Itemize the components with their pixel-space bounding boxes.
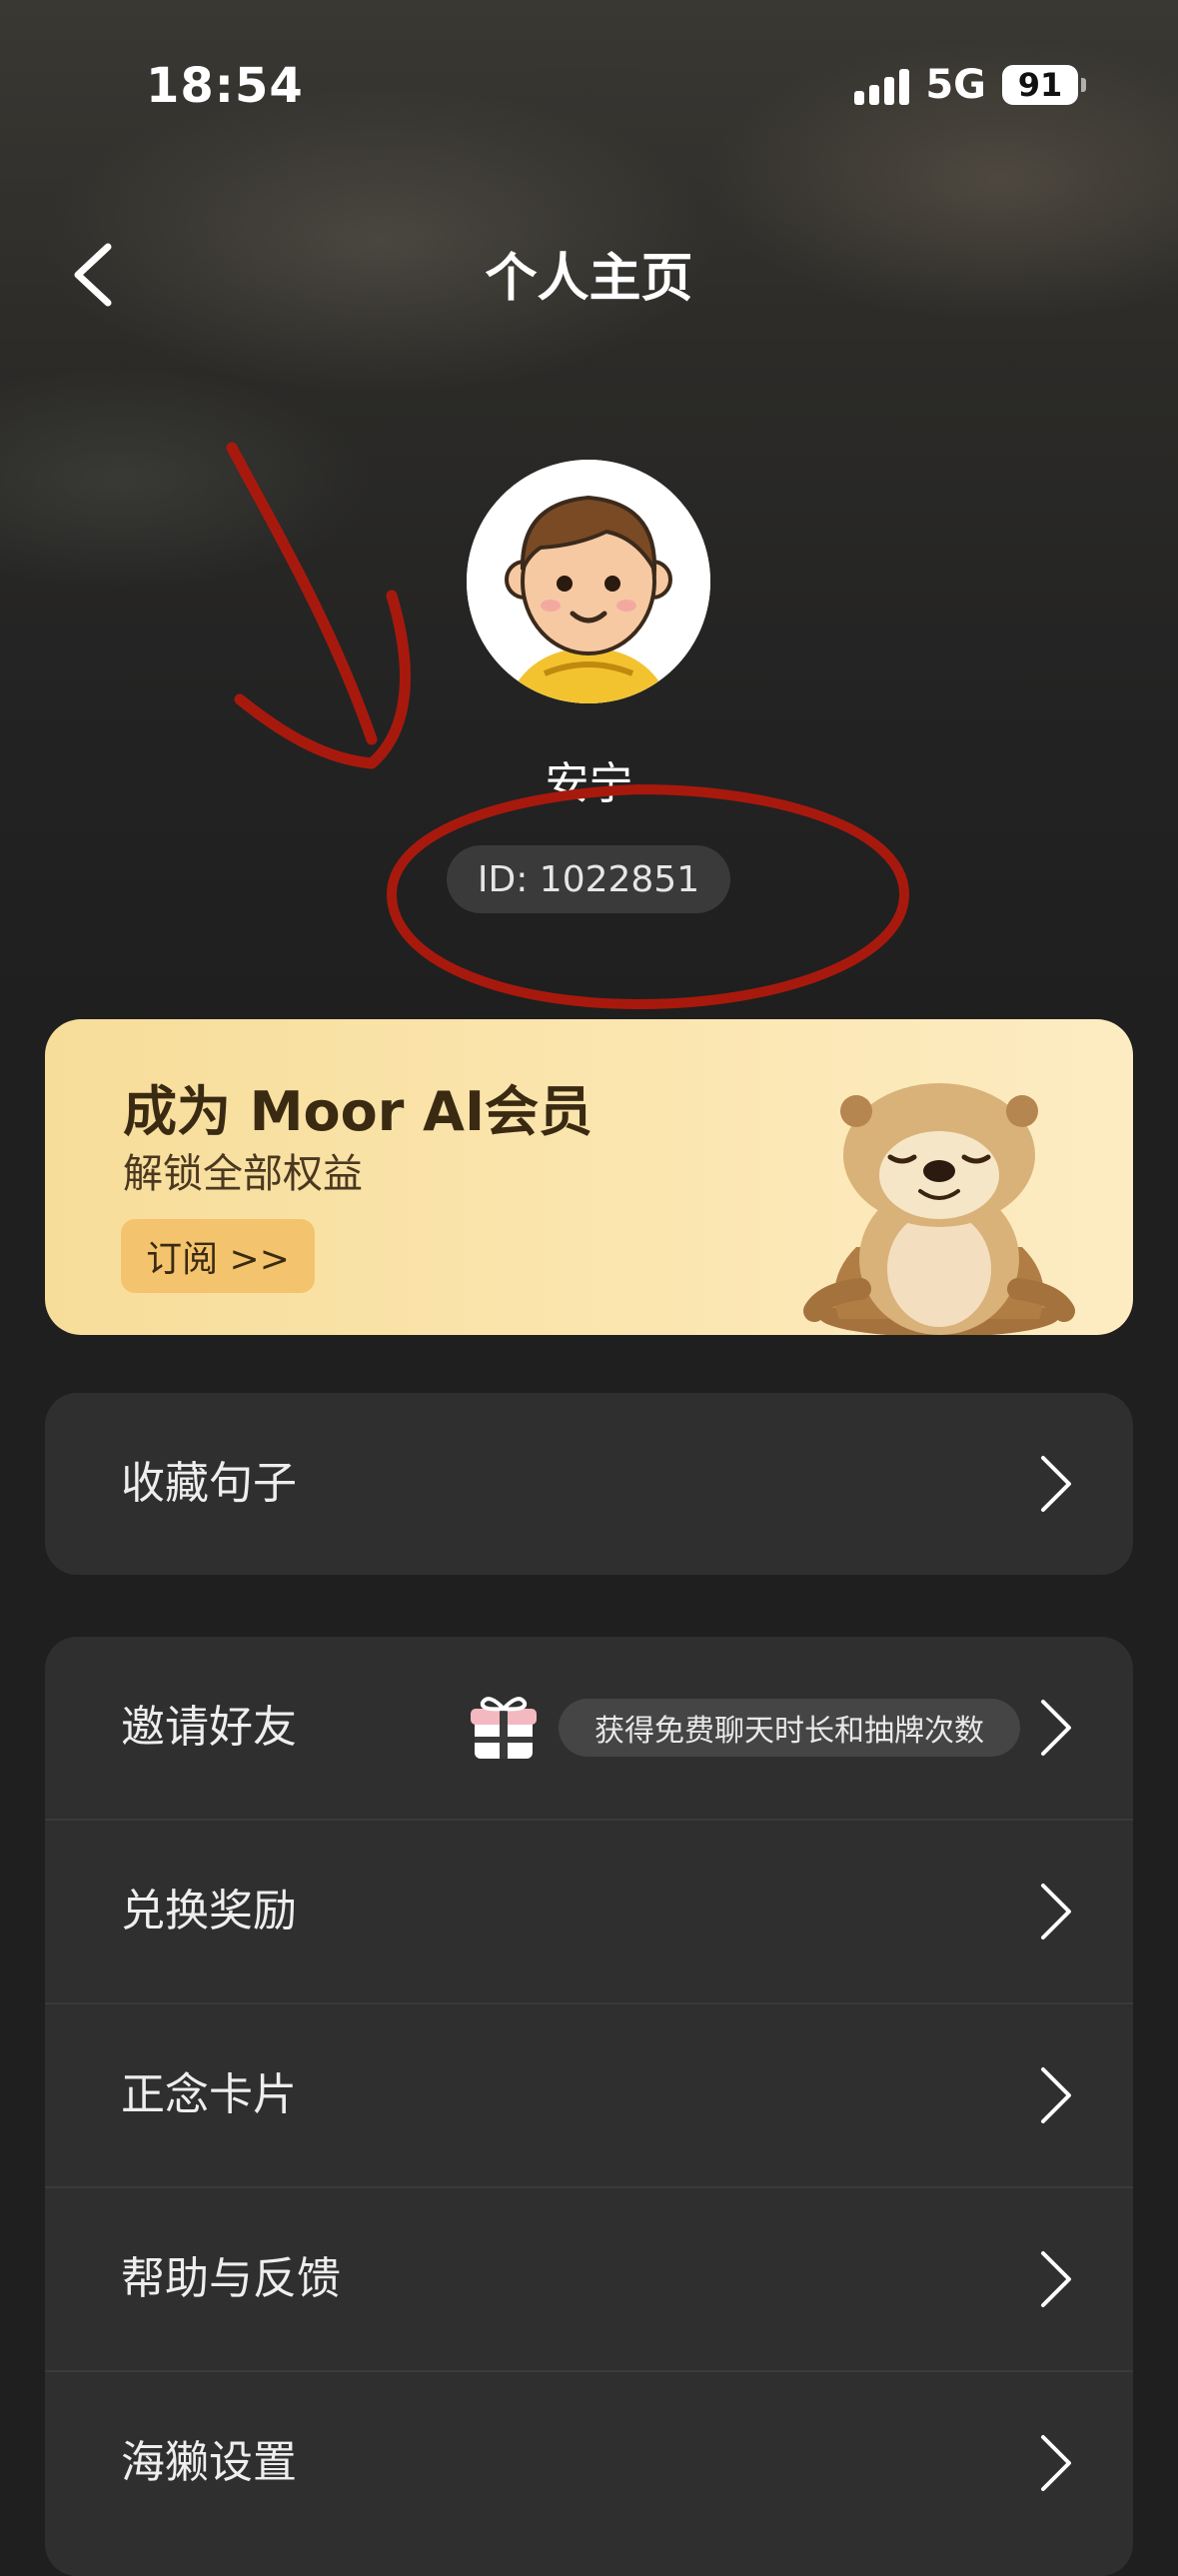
avatar[interactable] [467, 460, 710, 703]
menu-label: 邀请好友 [121, 1702, 297, 1753]
membership-banner[interactable]: 成为 Moor AI会员 解锁全部权益 订阅 >> [45, 1019, 1133, 1335]
page-title: 个人主页 [485, 249, 693, 309]
menu-label: 海獭设置 [121, 2437, 297, 2488]
network-type: 5G [925, 62, 986, 108]
membership-title: 成为 Moor AI会员 [123, 1080, 593, 1143]
chevron-right-icon [1041, 1700, 1071, 1756]
menu-row-mindfulness-cards[interactable]: 正念卡片 [45, 2004, 1133, 2188]
chevron-right-icon [1041, 1884, 1071, 1939]
battery-icon: 91 [1002, 65, 1086, 105]
membership-subtitle: 解锁全部权益 [123, 1151, 363, 1197]
menu-label: 收藏句子 [121, 1458, 297, 1509]
otter-mascot-icon [803, 1083, 1075, 1335]
chevron-right-icon [1041, 2435, 1071, 2491]
gift-icon [471, 1697, 537, 1759]
chevron-right-icon [1041, 1456, 1071, 1512]
user-id-badge[interactable]: ID: 1022851 [447, 845, 730, 913]
signal-icon [854, 65, 910, 105]
menu-label: 兑换奖励 [121, 1886, 297, 1936]
menu-row-help-feedback[interactable]: 帮助与反馈 [45, 2188, 1133, 2372]
favorites-card: 收藏句子 [45, 1393, 1133, 1575]
menu-label: 正念卡片 [121, 2069, 297, 2120]
username: 安宁 [545, 758, 633, 809]
menu-label: 帮助与反馈 [121, 2253, 341, 2304]
invite-reward-tip: 获得免费聊天时长和抽牌次数 [559, 1699, 1020, 1757]
menu-row-favorites[interactable]: 收藏句子 [45, 1393, 1133, 1575]
status-time: 18:54 [146, 58, 304, 114]
status-indicators: 5G 91 [854, 62, 1086, 108]
chevron-right-icon [1041, 2067, 1071, 2123]
settings-card: 邀请好友 获得免费聊天时长和抽牌次数 兑换奖励 正念卡片 帮助与反馈 海獭设置 [45, 1637, 1133, 2576]
menu-row-invite[interactable]: 邀请好友 获得免费聊天时长和抽牌次数 [45, 1637, 1133, 1821]
menu-row-redeem[interactable]: 兑换奖励 [45, 1821, 1133, 2004]
menu-row-otter-settings[interactable]: 海獭设置 [45, 2372, 1133, 2554]
chevron-right-icon [1041, 2251, 1071, 2307]
avatar-illustration [467, 460, 710, 703]
subscribe-button[interactable]: 订阅 >> [121, 1219, 315, 1293]
